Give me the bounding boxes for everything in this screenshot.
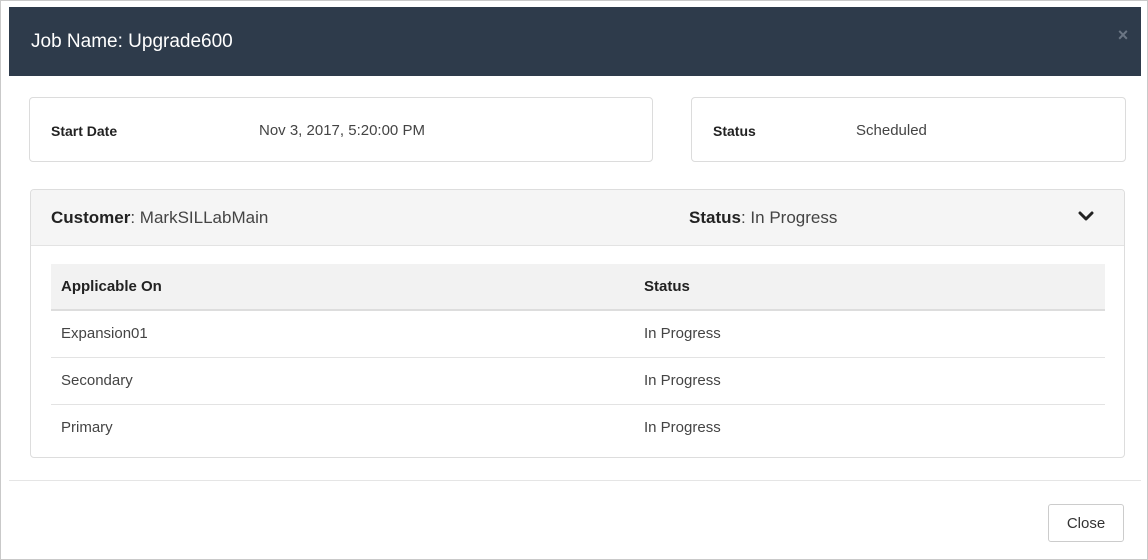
status-cell: In Progress [633, 404, 1105, 440]
start-date-label: Start Date [51, 123, 118, 139]
customer-panel-heading[interactable]: Customer: MarkSILLabMain Status: In Prog… [31, 190, 1124, 246]
applicable-table-container[interactable]: Applicable On Status Expansion01 In Prog… [51, 264, 1105, 440]
customer-status-text: Status: In Progress [689, 208, 837, 228]
customer-text: Customer: MarkSILLabMain [51, 208, 268, 228]
customer-status-value: : In Progress [740, 208, 838, 227]
footer-divider [9, 480, 1141, 481]
start-date-box: Start Date Nov 3, 2017, 5:20:00 PM [29, 97, 653, 162]
modal-body: Start Date Nov 3, 2017, 5:20:00 PM Statu… [9, 76, 1141, 479]
start-date-value: Nov 3, 2017, 5:20:00 PM [259, 122, 425, 139]
customer-panel: Customer: MarkSILLabMain Status: In Prog… [30, 189, 1125, 458]
table-row: Expansion01 In Progress [51, 310, 1105, 358]
job-status-label: Status [713, 123, 756, 139]
modal-title: Job Name: Upgrade600 [31, 31, 233, 52]
column-header-status: Status [633, 264, 1105, 311]
applicable-on-cell: Expansion01 [51, 310, 633, 358]
customer-label: Customer [51, 208, 131, 227]
applicable-table: Applicable On Status Expansion01 In Prog… [51, 264, 1105, 440]
status-cell: In Progress [633, 357, 1105, 405]
chevron-down-icon[interactable] [1078, 208, 1094, 224]
column-header-applicable-on: Applicable On [51, 264, 633, 311]
job-status-box: Status Scheduled [691, 97, 1126, 162]
customer-status-label: Status [689, 208, 741, 227]
table-row: Primary In Progress [51, 404, 1105, 440]
applicable-on-cell: Secondary [51, 357, 633, 405]
close-icon[interactable]: × [1115, 26, 1131, 44]
job-details-modal: Job Name: Upgrade600 × Start Date Nov 3,… [0, 0, 1148, 560]
table-row: Secondary In Progress [51, 357, 1105, 405]
table-header-row: Applicable On Status [51, 264, 1105, 311]
applicable-on-cell: Primary [51, 404, 633, 440]
close-button[interactable]: Close [1048, 504, 1124, 542]
job-status-value: Scheduled [856, 122, 927, 139]
modal-header: Job Name: Upgrade600 × [9, 7, 1141, 76]
customer-value: : MarkSILLabMain [130, 208, 269, 227]
status-cell: In Progress [633, 310, 1105, 358]
